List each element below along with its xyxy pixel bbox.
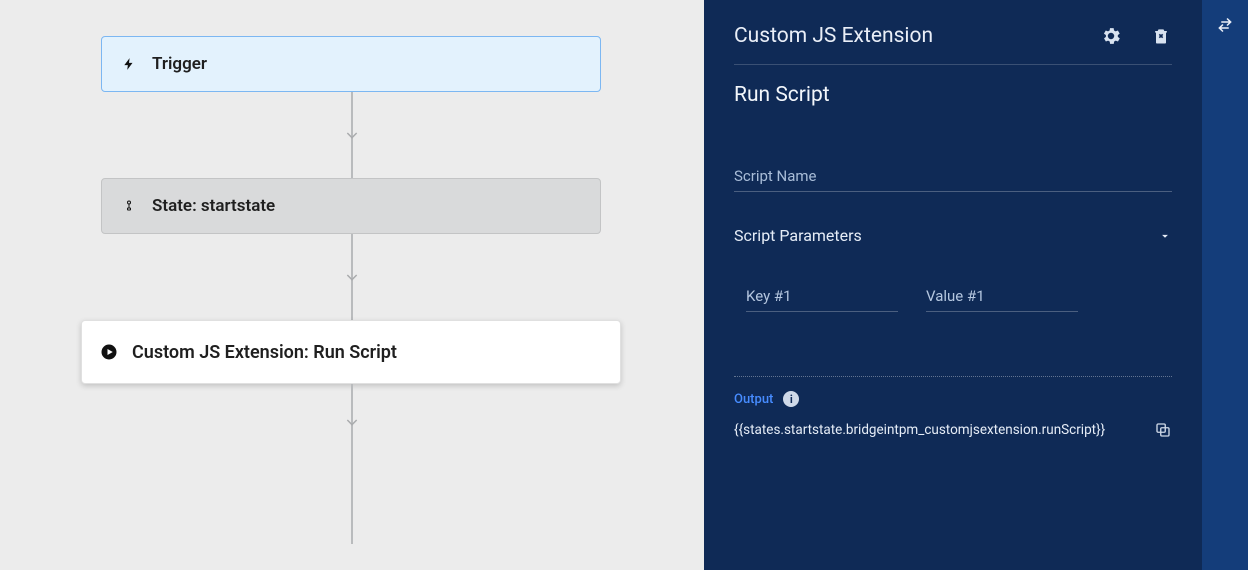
detail-panel: Custom JS Extension Run Script Script Na… [704, 0, 1202, 570]
panel-subtitle: Run Script [734, 83, 1172, 107]
output-head: Output i [734, 391, 1172, 407]
panel-header-actions [1100, 25, 1172, 47]
script-name-field[interactable]: Script Name [734, 167, 1172, 192]
parameter-key-input[interactable]: Key #1 [746, 287, 898, 312]
script-parameters-label: Script Parameters [734, 226, 862, 245]
flow-canvas[interactable]: Trigger State: startstate [0, 0, 704, 570]
output-expression: {{states.startstate.bridgeintpm_customjs… [734, 422, 1105, 438]
parameter-row: Key #1 Value #1 [734, 287, 1172, 312]
caret-down-icon [1158, 229, 1172, 243]
chevron-down-icon [344, 269, 360, 285]
output-label: Output [734, 392, 773, 407]
panel-title: Custom JS Extension [734, 24, 933, 48]
output-row: {{states.startstate.bridgeintpm_customjs… [734, 421, 1172, 439]
node-state[interactable]: State: startstate [101, 178, 601, 234]
delete-icon[interactable] [1150, 25, 1172, 47]
parameter-value-input[interactable]: Value #1 [926, 287, 1078, 312]
play-circle-icon [100, 343, 118, 361]
copy-icon[interactable] [1154, 421, 1172, 439]
flow-column: Trigger State: startstate [86, 36, 616, 544]
chevron-down-icon [344, 127, 360, 143]
output-block: Output i {{states.startstate.bridgeintpm… [734, 391, 1172, 439]
connector [86, 384, 616, 544]
chevron-down-icon [344, 414, 360, 430]
app-root: Trigger State: startstate [0, 0, 1248, 570]
right-rail [1202, 0, 1248, 570]
node-label: Trigger [152, 54, 207, 74]
swap-icon[interactable] [1214, 14, 1236, 36]
node-trigger[interactable]: Trigger [101, 36, 601, 92]
script-parameters-section[interactable]: Script Parameters [734, 226, 1172, 245]
node-label: State: startstate [152, 196, 275, 216]
divider [734, 376, 1172, 377]
info-icon[interactable]: i [783, 391, 799, 407]
state-icon [120, 197, 138, 215]
connector [86, 234, 616, 320]
connector [86, 92, 616, 178]
gear-icon[interactable] [1100, 25, 1122, 47]
node-label: Custom JS Extension: Run Script [132, 342, 397, 363]
script-name-label: Script Name [734, 167, 1172, 192]
bolt-icon [120, 55, 138, 73]
panel-header: Custom JS Extension [734, 24, 1172, 65]
node-action-run-script[interactable]: Custom JS Extension: Run Script [81, 320, 621, 384]
